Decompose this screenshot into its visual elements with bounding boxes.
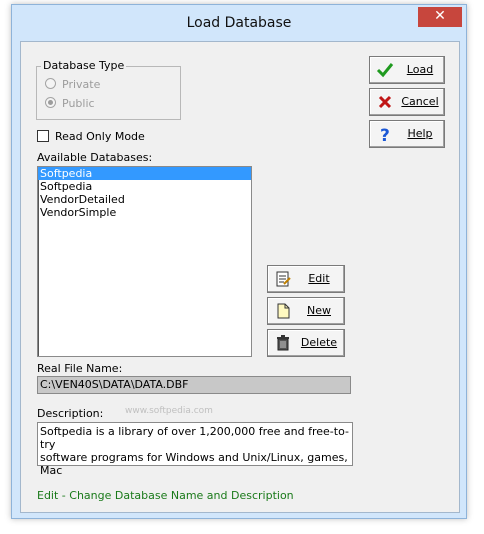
cancel-button[interactable]: Cancel [369,88,445,116]
trash-can-icon [274,334,292,352]
load-button-label: Load [406,63,434,76]
radio-public-indicator[interactable] [45,97,56,108]
read-only-label: Read Only Mode [55,130,145,143]
help-button-label: Help [407,127,433,140]
close-icon: ✕ [434,8,446,24]
radio-private-indicator[interactable] [45,78,56,89]
edit-button-label: Edit [308,272,330,285]
description-line-1: Softpedia is a library of over 1,200,000… [40,425,349,451]
radio-public[interactable]: Public [45,97,95,110]
database-type-legend: Database Type [41,59,127,72]
title-bar[interactable]: Load Database ✕ [12,5,466,41]
radio-private[interactable]: Private [45,78,100,91]
window-title: Load Database [186,15,292,31]
status-text: Edit - Change Database Name and Descript… [37,489,294,502]
available-databases-list[interactable]: Softpedia Softpedia VendorDetailed Vendo… [37,166,252,357]
read-only-checkbox[interactable] [37,130,49,142]
radio-public-label: Public [62,97,95,110]
delete-button[interactable]: Delete [267,329,345,357]
list-item[interactable]: VendorSimple [38,206,251,219]
description-label: Description: [37,407,104,420]
available-databases-label: Available Databases: [37,151,153,164]
radio-private-label: Private [62,78,101,91]
real-file-name-label: Real File Name: [37,362,123,375]
checkmark-icon [376,61,394,79]
database-type-group: Database Type Private Public [36,59,181,120]
watermark: www.softpedia.com [125,406,213,416]
svg-text:?: ? [380,126,390,143]
new-document-icon [274,302,292,320]
new-button[interactable]: New [267,297,345,325]
list-item[interactable]: Softpedia [38,180,251,193]
list-item[interactable]: Softpedia [38,167,251,180]
new-button-label: New [307,304,331,317]
read-only-checkbox-row[interactable]: Read Only Mode [37,130,145,143]
real-file-name-field: C:\VEN40S\DATA\DATA.DBF [37,376,351,394]
dialog-body: Database Type Private Public Read Only M… [20,41,460,513]
help-button[interactable]: ? Help [369,120,445,148]
edit-document-icon [274,270,292,288]
list-item[interactable]: VendorDetailed [38,193,251,206]
description-field[interactable]: Softpedia is a library of over 1,200,000… [37,422,353,477]
description-line-2: software programs for Windows and Unix/L… [40,451,348,477]
load-database-window: Load Database ✕ Database Type Private Pu… [11,4,467,519]
close-button[interactable]: ✕ [418,7,462,27]
question-mark-icon: ? [376,125,394,143]
cancel-button-label: Cancel [401,95,439,108]
edit-button[interactable]: Edit [267,265,345,293]
cross-icon [376,93,394,111]
delete-button-label: Delete [300,336,338,349]
load-button[interactable]: Load [369,56,445,84]
